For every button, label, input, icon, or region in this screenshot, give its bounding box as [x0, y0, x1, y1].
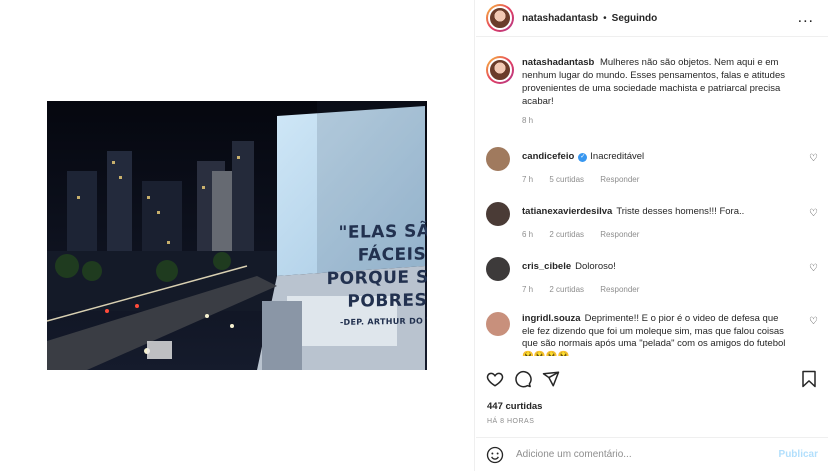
- comment-meta: 7 h 2 curtidas Responder: [522, 284, 792, 297]
- instagram-post-page: "ELAS SÃO FÁCEIS PORQUE SÃO POBRES" -DEP…: [0, 0, 828, 471]
- comment-meta: 7 h 5 curtidas Responder: [522, 174, 792, 187]
- comment-username[interactable]: tatianexavierdesilva: [522, 206, 612, 217]
- comment-time[interactable]: 6 h: [522, 230, 533, 239]
- comment-text: Triste desses homens!!! Fora..: [616, 206, 745, 217]
- author-username[interactable]: natashadantasb: [522, 13, 598, 24]
- comment-body: tatianexavierdesilva Triste desses homens…: [522, 200, 792, 241]
- comment-text: Doloroso!: [575, 261, 616, 272]
- following-button[interactable]: Seguindo: [612, 13, 658, 24]
- commenter-avatar[interactable]: [486, 202, 510, 226]
- comment-time[interactable]: 7 h: [522, 285, 533, 294]
- comment-like-heart-icon[interactable]: ♡: [809, 263, 818, 274]
- post-caption: natashadantasb Mulheres não são objetos.…: [476, 38, 828, 108]
- verified-badge-icon: ✓: [578, 153, 588, 162]
- comment-text: Inacreditável: [590, 151, 645, 162]
- author-avatar[interactable]: [486, 4, 514, 32]
- reply-button[interactable]: Responder: [600, 175, 639, 184]
- likes-count[interactable]: 447 curtidas: [487, 401, 542, 412]
- comments-scroll-area[interactable]: natashadantasb Mulheres não são objetos.…: [476, 38, 828, 356]
- comment-likes[interactable]: 2 curtidas: [549, 285, 584, 294]
- post-actions-bar: [486, 370, 816, 390]
- emoji-icon[interactable]: [486, 446, 504, 464]
- comment-body: cris_cibele Doloroso! 7 h 2 curtidas Resp…: [522, 255, 792, 296]
- comment-like-heart-icon[interactable]: ♡: [809, 316, 818, 327]
- reply-button[interactable]: Responder: [600, 230, 639, 239]
- post-timestamp[interactable]: HÁ 8 HORAS: [487, 418, 534, 425]
- quote-attribution: -DEP. ARTHUR DO VAL: [339, 316, 427, 327]
- caption-username[interactable]: natashadantasb: [522, 57, 594, 68]
- post-media-area: "ELAS SÃO FÁCEIS PORQUE SÃO POBRES" -DEP…: [0, 0, 475, 471]
- comment-item: candicefeio ✓ Inacreditável 7 h 5 curtidas…: [476, 145, 828, 186]
- commenter-avatar[interactable]: [486, 312, 510, 336]
- heart-icon[interactable]: [486, 370, 504, 388]
- quote-text: "ELAS SÃO FÁCEIS PORQUE SÃO POBRES": [326, 221, 427, 312]
- comment-item: tatianexavierdesilva Triste desses homens…: [476, 200, 828, 241]
- post-header: natashadantasb • Seguindo ...: [476, 0, 828, 37]
- comment-item: cris_cibele Doloroso! 7 h 2 curtidas Resp…: [476, 255, 828, 296]
- separator-dot: •: [603, 12, 607, 24]
- comment-username[interactable]: candicefeio: [522, 151, 574, 162]
- comment-likes[interactable]: 5 curtidas: [549, 175, 584, 184]
- projected-quote: "ELAS SÃO FÁCEIS PORQUE SÃO POBRES" -DEP…: [326, 220, 427, 327]
- commenter-avatar[interactable]: [486, 257, 510, 281]
- comment-body: ingridl.souza Deprimente!! E o pior é o v…: [522, 310, 792, 356]
- reply-button[interactable]: Responder: [600, 285, 639, 294]
- comment-meta: 6 h 2 curtidas Responder: [522, 229, 792, 242]
- publish-button[interactable]: Publicar: [779, 449, 818, 460]
- more-options-icon[interactable]: ...: [798, 10, 814, 26]
- post-photo[interactable]: "ELAS SÃO FÁCEIS PORQUE SÃO POBRES" -DEP…: [47, 101, 427, 370]
- post-side-panel: natashadantasb • Seguindo ... natashadan…: [476, 0, 828, 471]
- add-comment-bar: Adicione um comentário... Publicar: [476, 437, 828, 471]
- bookmark-icon[interactable]: [800, 370, 818, 388]
- comment-input[interactable]: Adicione um comentário...: [516, 449, 632, 460]
- commenter-avatar[interactable]: [486, 147, 510, 171]
- comment-like-heart-icon[interactable]: ♡: [809, 153, 818, 164]
- comment-username[interactable]: cris_cibele: [522, 261, 571, 272]
- caption-text-block: natashadantasb Mulheres não são objetos.…: [522, 56, 814, 108]
- comment-time[interactable]: 7 h: [522, 175, 533, 184]
- comment-item: ingridl.souza Deprimente!! E o pior é o v…: [476, 310, 828, 356]
- caption-timestamp[interactable]: 8 h: [522, 116, 828, 125]
- comment-body: candicefeio ✓ Inacreditável 7 h 5 curtidas…: [522, 145, 792, 186]
- share-icon[interactable]: [542, 370, 560, 388]
- comment-like-heart-icon[interactable]: ♡: [809, 208, 818, 219]
- comment-likes[interactable]: 2 curtidas: [549, 230, 584, 239]
- comment-icon[interactable]: [514, 370, 532, 388]
- caption-author-avatar[interactable]: [486, 56, 514, 84]
- comment-username[interactable]: ingridl.souza: [522, 313, 581, 324]
